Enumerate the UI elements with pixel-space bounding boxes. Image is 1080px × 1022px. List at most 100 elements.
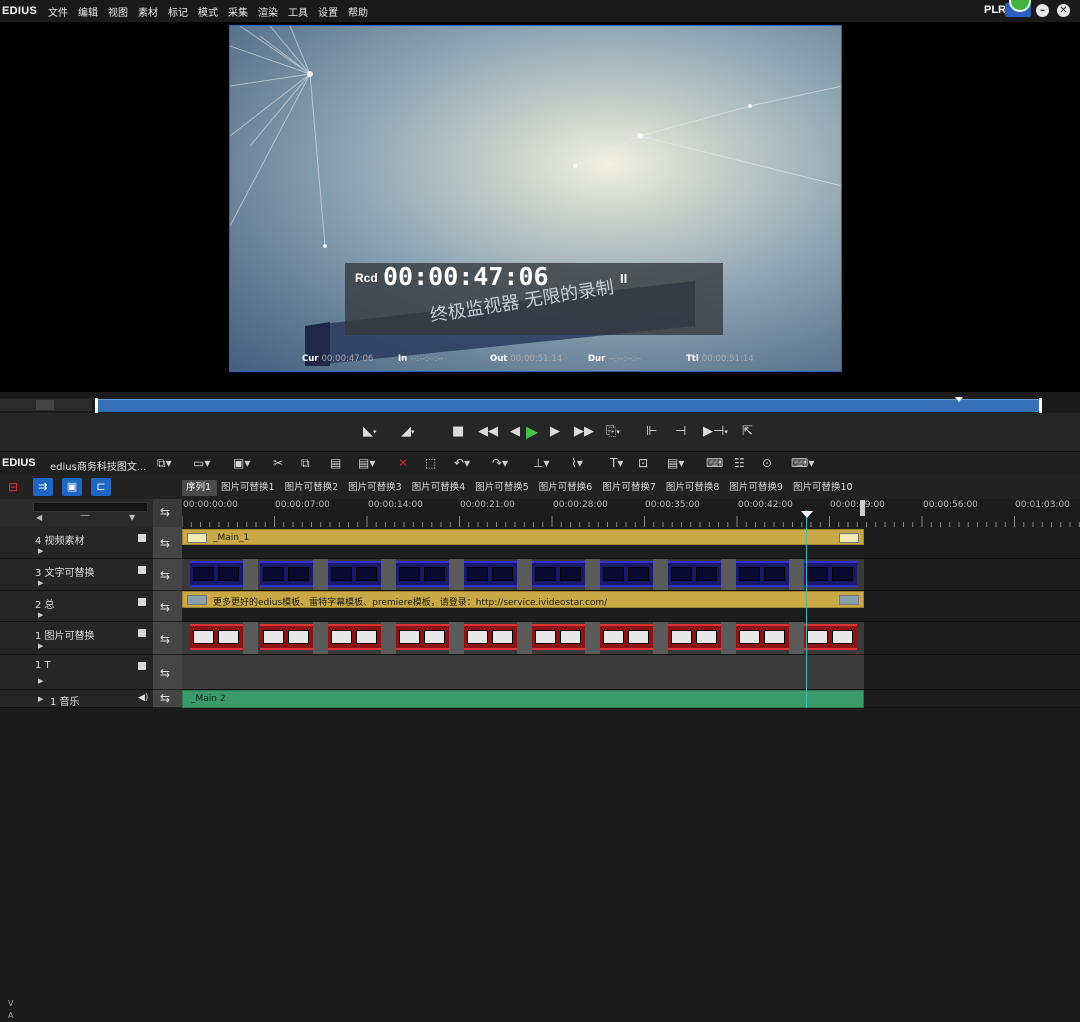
scroll-left-icon[interactable]: ◀ <box>36 513 42 522</box>
menu-help[interactable]: 帮助 <box>348 4 368 19</box>
paste-insert-icon[interactable]: ▤▾ <box>358 456 375 470</box>
insert-icon[interactable]: ▶⊣▾ <box>703 423 728 441</box>
delete-icon[interactable]: ✕ <box>398 456 408 470</box>
menu-clip[interactable]: 素材 <box>138 4 158 19</box>
sync-column-header[interactable]: ⇆ <box>153 499 182 527</box>
tab-sequence-1[interactable]: 序列1 <box>182 480 218 496</box>
undo-icon[interactable]: ↶▾ <box>454 456 470 470</box>
ruler-scrollbar[interactable] <box>33 502 148 512</box>
project-name[interactable]: edius商务科技图文... <box>50 458 146 473</box>
track-header-music-1[interactable]: ▶ 1 音乐 ◀) <box>0 690 153 708</box>
track-sync-toggle[interactable]: ⇆ <box>153 527 182 559</box>
save-icon[interactable]: ▣▾ <box>233 456 250 470</box>
image-clip[interactable] <box>396 561 449 587</box>
track-lock-icon[interactable] <box>138 566 146 574</box>
image-clip[interactable] <box>464 561 517 587</box>
clip-main-2[interactable]: _Main 2 <box>182 690 864 708</box>
tab-replace-4[interactable]: 图片可替换4 <box>408 480 472 496</box>
track-expand-icon[interactable]: ▶ <box>38 547 43 555</box>
track-expand-icon[interactable]: ▶ <box>38 611 43 619</box>
tab-replace-3[interactable]: 图片可替换3 <box>344 480 408 496</box>
position-slider[interactable] <box>96 399 1042 412</box>
ripple-mode-button[interactable]: ⊏ <box>91 478 111 496</box>
tab-replace-10[interactable]: 图片可替换10 <box>789 480 859 496</box>
track-sync-toggle[interactable]: ⇆ <box>153 559 182 591</box>
fast-forward-icon[interactable]: ▶▶ <box>574 423 594 441</box>
scrub-end-edge[interactable] <box>1039 398 1042 413</box>
track-header-2[interactable]: 2 总 ▶ <box>0 591 153 622</box>
export-icon[interactable]: ⇱ <box>742 423 753 441</box>
image-clip[interactable] <box>736 624 789 650</box>
rewind-icon[interactable]: ◀◀ <box>478 423 498 441</box>
track-header-video-4[interactable]: 4 视频素材 ▶ <box>0 527 153 559</box>
plr-label[interactable]: PLR <box>984 4 1006 16</box>
track-sync-toggle[interactable]: ⇆ <box>153 622 182 655</box>
track-lock-icon[interactable] <box>138 629 146 637</box>
speaker-icon[interactable]: ◀) <box>138 693 148 703</box>
scrub-position-marker[interactable] <box>955 397 963 402</box>
track-header-image-1[interactable]: 1 图片可替换 ▶ <box>0 622 153 655</box>
mixer-icon[interactable]: ☷ <box>734 456 745 470</box>
menu-render[interactable]: 渲染 <box>258 4 278 19</box>
playhead-line[interactable] <box>806 510 807 708</box>
tab-replace-7[interactable]: 图片可替换7 <box>598 480 662 496</box>
scrub-start-edge[interactable] <box>95 398 98 413</box>
image-clip[interactable] <box>532 624 585 650</box>
render-icon[interactable]: ▤▾ <box>667 456 684 470</box>
sequence-icon[interactable]: ⧉▾ <box>157 456 172 471</box>
image-clip[interactable] <box>600 624 653 650</box>
track-header-text-3[interactable]: 3 文字可替换 ▶ <box>0 559 153 591</box>
image-clip[interactable] <box>464 624 517 650</box>
tab-replace-8[interactable]: 图片可替换8 <box>662 480 726 496</box>
zoom-dropdown-icon[interactable]: ▼ <box>129 513 135 522</box>
track-header-t-1[interactable]: 1 T ▶ <box>0 655 153 690</box>
track-lane-2[interactable]: 更多更好的edius模板、雷特字幕模板、premiere模板，请登录：http:… <box>182 591 1080 622</box>
track-lock-icon[interactable] <box>138 534 146 542</box>
track-lane-t-1[interactable] <box>182 655 1080 690</box>
tab-replace-6[interactable]: 图片可替换6 <box>535 480 599 496</box>
set-in-button[interactable]: ◣▾ <box>363 423 377 441</box>
ripple-delete-icon[interactable]: ⬚ <box>425 456 436 470</box>
minimize-button[interactable]: – <box>1036 4 1049 17</box>
loop-icon[interactable]: ⎘▾ <box>606 423 620 441</box>
tab-replace-5[interactable]: 图片可替换5 <box>471 480 535 496</box>
snap-icon[interactable]: ⊥▾ <box>533 456 549 470</box>
image-clip[interactable] <box>260 561 313 587</box>
image-clip[interactable] <box>600 561 653 587</box>
tab-replace-2[interactable]: 图片可替换2 <box>281 480 345 496</box>
overwrite-mode-button[interactable]: ▣ <box>62 478 82 496</box>
menu-file[interactable]: 文件 <box>48 4 68 19</box>
marker-icon[interactable]: ⊡ <box>638 456 648 470</box>
timeline-end-marker[interactable] <box>860 500 865 516</box>
track-sync-toggle[interactable]: ⇆ <box>153 591 182 622</box>
menu-mode[interactable]: 模式 <box>198 4 218 19</box>
razor-icon[interactable]: ⌇▾ <box>571 456 583 470</box>
track-expand-icon[interactable]: ▶ <box>38 695 43 703</box>
image-clip[interactable] <box>328 624 381 650</box>
zoom-slider[interactable] <box>0 399 92 411</box>
track-expand-icon[interactable]: ▶ <box>38 579 43 587</box>
title-icon[interactable]: T▾ <box>610 456 623 470</box>
copy-icon[interactable]: ⧉ <box>301 456 310 471</box>
track-expand-icon[interactable]: ▶ <box>38 642 43 650</box>
menu-capture[interactable]: 采集 <box>228 4 248 19</box>
track-lock-icon[interactable] <box>138 662 146 670</box>
image-clip[interactable] <box>396 624 449 650</box>
image-clip[interactable] <box>736 561 789 587</box>
next-frame-icon[interactable]: ▶ <box>550 423 560 441</box>
zoom-handle[interactable] <box>36 400 54 410</box>
menu-tools[interactable]: 工具 <box>288 4 308 19</box>
track-sync-toggle[interactable]: ⇆ <box>153 655 182 690</box>
menu-edit[interactable]: 编辑 <box>78 4 98 19</box>
menu-marker[interactable]: 标记 <box>168 4 188 19</box>
menu-view[interactable]: 视图 <box>108 4 128 19</box>
image-clip[interactable] <box>328 561 381 587</box>
track-lane-image-1[interactable] <box>182 622 1080 655</box>
track-sync-toggle[interactable]: ⇆ <box>153 690 182 708</box>
monitor-icon[interactable]: ⊙ <box>762 456 772 470</box>
image-clip[interactable] <box>532 561 585 587</box>
image-clip[interactable] <box>668 624 721 650</box>
keyboard-icon[interactable]: ⌨ <box>706 456 723 470</box>
clip-main-1[interactable]: _Main_1 <box>182 529 864 545</box>
menu-settings[interactable]: 设置 <box>318 4 338 19</box>
